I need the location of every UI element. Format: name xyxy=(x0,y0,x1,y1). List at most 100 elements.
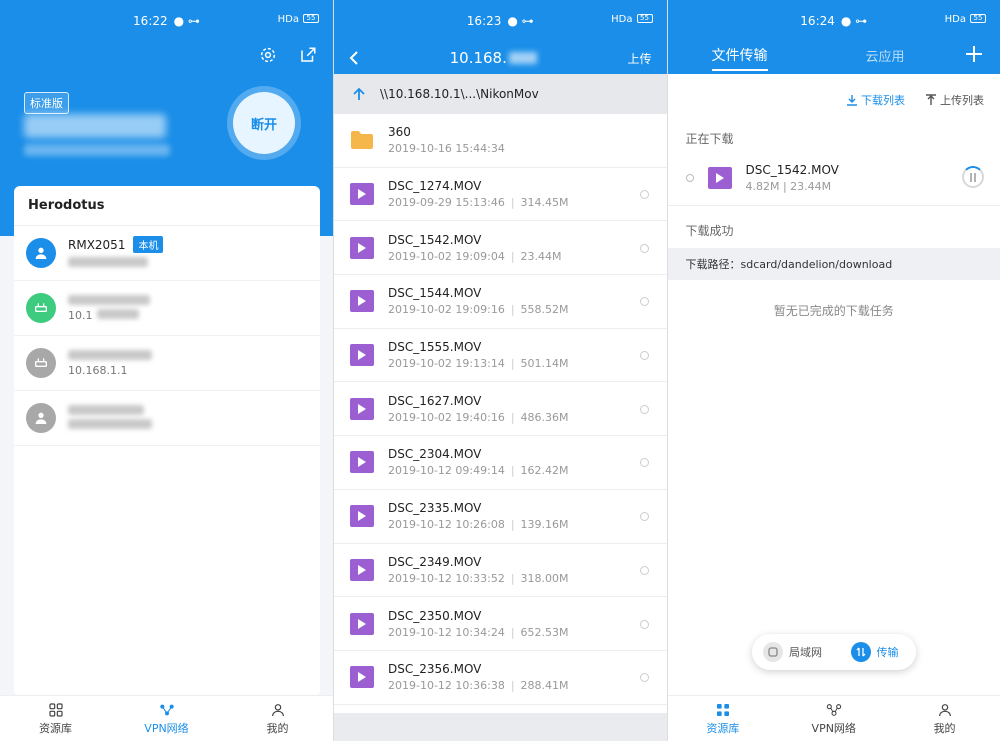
pause-icon[interactable] xyxy=(962,166,984,188)
file-row[interactable]: DSC_2335.MOV 2019-10-12 10:26:08 | 139.16M xyxy=(334,490,667,544)
file-row[interactable]: DSC_1542.MOV 2019-10-02 19:09:04 | 23.44M xyxy=(334,221,667,276)
file-name: DSC_2335.MOV xyxy=(388,501,482,516)
plus-icon[interactable] xyxy=(964,44,984,68)
lan-icon xyxy=(763,642,783,662)
vpn-network-icon xyxy=(159,704,174,715)
tab-file-transfer[interactable]: 文件传输 xyxy=(711,45,768,71)
select-radio[interactable] xyxy=(639,619,649,629)
device-row[interactable]: RMX2051 本机 xyxy=(14,226,320,281)
tab-vpn[interactable]: VPN网络 xyxy=(111,696,222,741)
select-radio[interactable] xyxy=(639,190,649,200)
tab-label: 资源库 xyxy=(39,721,72,735)
file-row[interactable]: DSC_2350.MOV 2019-10-12 10:34:24 | 652.53M xyxy=(334,597,667,651)
file-size: 501.14M xyxy=(520,357,569,371)
device-row[interactable] xyxy=(14,391,320,446)
video-file-icon xyxy=(350,612,374,635)
file-row[interactable]: DSC_2349.MOV 2019-10-12 10:33:52 | 318.00M xyxy=(334,544,667,598)
device-row[interactable]: 10.168.1.1 xyxy=(14,336,320,391)
this-device-badge: 本机 xyxy=(133,236,164,253)
vpn-network-icon xyxy=(826,703,841,716)
video-file-icon xyxy=(350,183,374,206)
video-file-icon xyxy=(350,505,374,528)
tab-label: 我的 xyxy=(933,721,956,735)
back-icon[interactable] xyxy=(334,50,374,66)
bottom-bar xyxy=(334,713,667,741)
select-radio[interactable] xyxy=(639,673,649,683)
device-ip: 10.168.1.1 xyxy=(68,363,128,377)
file-name: DSC_1274.MOV xyxy=(388,179,482,194)
device-name: RMX2051 xyxy=(68,237,126,252)
tab-vpn[interactable]: VPN网络 xyxy=(778,696,889,741)
network-name: Herodotus xyxy=(14,186,320,226)
path-bar[interactable]: \\10.168.10.1\...\NikonMov xyxy=(334,74,667,114)
file-date: 2019-10-12 09:49:14 xyxy=(388,464,505,478)
video-file-icon xyxy=(350,290,374,313)
device-name-blurred xyxy=(68,294,150,305)
file-row[interactable]: DSC_2356.MOV 2019-10-12 10:36:38 | 288.41M xyxy=(334,651,667,705)
device-row[interactable]: 10.1 xyxy=(14,281,320,336)
bottom-tab-bar: 资源库 VPN网络 我的 xyxy=(0,695,333,741)
server-title: 10.168. xyxy=(449,49,507,67)
tab-library[interactable]: 资源库 xyxy=(0,696,111,741)
file-browser-screen: 16:23 ● ⊶ HDa 55 10.168. 上传 \\10.168.10.1\… xyxy=(333,0,667,741)
video-file-icon xyxy=(707,166,732,189)
download-list-link[interactable]: 下载列表 xyxy=(846,92,905,108)
file-size: 652.53M xyxy=(520,625,569,639)
file-row[interactable]: DSC_1544.MOV 2019-10-02 19:09:16 | 558.52M xyxy=(334,275,667,329)
select-radio[interactable] xyxy=(639,243,649,253)
tab-me[interactable]: 我的 xyxy=(889,696,1000,741)
status-time: 16:22 xyxy=(133,14,168,28)
file-row[interactable]: DSC_1274.MOV 2019-09-29 15:13:46 | 314.45M xyxy=(334,168,667,222)
network-label: HDa xyxy=(944,14,966,25)
transfer-button[interactable]: 传输 xyxy=(834,642,916,662)
file-row[interactable]: DSC_1627.MOV 2019-10-02 19:40:16 | 486.36M xyxy=(334,382,667,437)
disconnect-button[interactable]: 断开 xyxy=(233,92,295,154)
file-date: 2019-09-29 15:13:46 xyxy=(388,196,505,210)
transfer-header: 16:24 ● ⊶ HDa 55 文件传输 云应用 xyxy=(667,0,1000,74)
file-name: DSC_2350.MOV xyxy=(388,608,482,623)
account-info-blurred xyxy=(24,144,170,156)
device-list-card: Herodotus RMX2051 本机 10.1 10.168.1.1 xyxy=(14,186,320,696)
file-name: DSC_1627.MOV xyxy=(388,393,482,408)
file-row[interactable]: 360 2019-10-16 15:44:34 xyxy=(334,114,667,168)
select-radio[interactable] xyxy=(639,512,649,522)
select-radio[interactable] xyxy=(639,404,649,414)
select-radio[interactable] xyxy=(639,351,649,361)
share-icon[interactable] xyxy=(297,44,319,66)
browser-header: 16:23 ● ⊶ HDa 55 10.168. 上传 xyxy=(334,0,667,74)
account-id-blurred xyxy=(24,114,166,138)
tab-me[interactable]: 我的 xyxy=(222,696,333,741)
tab-library[interactable]: 资源库 xyxy=(668,696,779,741)
file-size: 558.52M xyxy=(520,303,569,317)
transfer-icon xyxy=(850,642,871,662)
vpn-network-screen: 16:22 ● ⊶ HDa 55 标准版 断开 Herodotus RMX205… xyxy=(0,0,333,741)
file-row[interactable]: DSC_2304.MOV 2019-10-12 09:49:14 | 162.42M xyxy=(334,436,667,490)
settings-icon[interactable] xyxy=(257,44,279,66)
file-name: DSC_1555.MOV xyxy=(388,340,482,355)
download-path: 下载路径：sdcard/dandelion/download xyxy=(667,248,1000,280)
lan-button[interactable]: 局域网 xyxy=(752,642,834,662)
file-row[interactable]: DSC_1555.MOV 2019-10-02 19:13:14 | 501.14M xyxy=(334,329,667,383)
select-radio[interactable] xyxy=(639,297,649,307)
upload-list-link[interactable]: 上传列表 xyxy=(925,92,984,108)
tab-cloud-apps[interactable]: 云应用 xyxy=(866,46,905,71)
video-file-icon xyxy=(350,451,374,474)
file-date: 2019-10-12 10:36:38 xyxy=(388,679,505,693)
file-date: 2019-10-16 15:44:34 xyxy=(388,142,505,156)
transfer-row[interactable]: DSC_1542.MOV 4.82M | 23.44M xyxy=(667,150,1000,206)
tab-label: VPN网络 xyxy=(144,721,189,735)
video-file-icon xyxy=(350,236,374,259)
video-file-icon xyxy=(350,666,374,689)
select-radio[interactable] xyxy=(639,458,649,468)
select-radio[interactable] xyxy=(639,565,649,575)
select-radio[interactable] xyxy=(685,173,694,182)
router-icon xyxy=(26,348,56,378)
upload-button[interactable]: 上传 xyxy=(613,50,667,67)
tab-label: 我的 xyxy=(266,721,289,735)
network-label: HDa xyxy=(277,14,299,25)
downloading-heading: 正在下载 xyxy=(685,131,734,146)
file-size: 23.44M xyxy=(520,249,562,263)
device-name-blurred xyxy=(68,349,152,360)
file-name: DSC_2349.MOV xyxy=(388,554,482,569)
person-icon xyxy=(938,703,951,716)
